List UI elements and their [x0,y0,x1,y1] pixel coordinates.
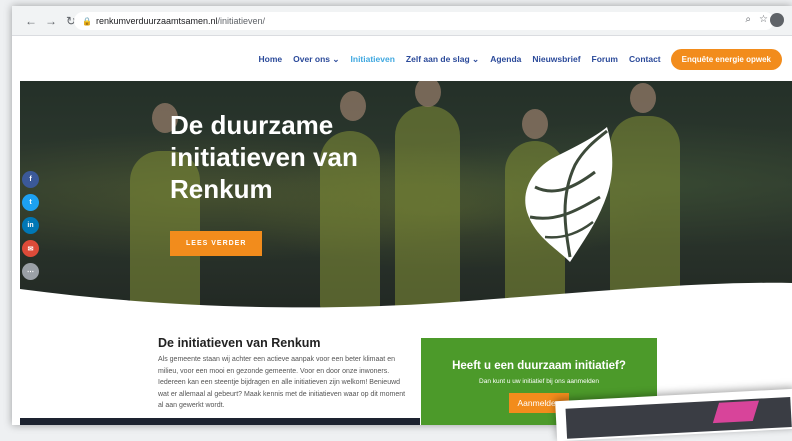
twitter-share-icon[interactable]: t [22,194,39,211]
callout-title: Heeft u een duurzaam initiatief? [452,360,626,372]
menu-item-home[interactable]: Home [259,54,283,64]
survey-button[interactable]: Enquête energie opwek [670,48,782,70]
social-share-bar: f t in ✉ ⋯ [22,171,39,280]
hero-banner: De duurzame initiatieven van Renkum LEES… [20,81,792,311]
bookmark-star-icon[interactable]: ☆ [759,14,768,25]
section-title: De initiatieven van Renkum [158,336,321,350]
overlay-image [565,396,792,439]
profile-avatar-icon[interactable] [770,13,784,27]
url-host: renkumverduurzaamtsamen.nl [95,16,218,26]
overlay-decoration [712,400,760,424]
menu-item-over-ons[interactable]: Over ons ⌄ [293,54,339,65]
read-more-button[interactable]: LEES VERDER [170,231,263,256]
url-path: /initiatieven/ [217,16,266,26]
main-menu: Home Over ons ⌄ Initiatieven Zelf aan de… [259,54,661,65]
menu-item-contact[interactable]: Contact [629,54,661,64]
hero-bottom-curve [20,282,792,311]
browser-toolbar: ← → ↻ 🔒 renkumverduurzaamtsamen.nl /init… [12,6,792,36]
menu-item-forum[interactable]: Forum [592,54,618,64]
address-bar[interactable]: 🔒 renkumverduurzaamtsamen.nl /initiatiev… [74,12,774,30]
more-share-icon[interactable]: ⋯ [22,263,39,280]
menu-item-initiatieven[interactable]: Initiatieven [351,54,395,64]
email-share-icon[interactable]: ✉ [22,240,39,257]
zoom-icon[interactable]: ⌕ [745,14,751,25]
site-header: Home Over ons ⌄ Initiatieven Zelf aan de… [12,37,792,81]
callout-subtitle: Dan kunt u uw initiatief bij ons aanmeld… [479,378,599,385]
next-section-strip [20,418,420,425]
forward-arrow-icon[interactable]: → [42,12,60,30]
linkedin-share-icon[interactable]: in [22,217,39,234]
menu-item-agenda[interactable]: Agenda [490,54,521,64]
back-arrow-icon[interactable]: ← [22,12,40,30]
facebook-share-icon[interactable]: f [22,171,39,188]
lock-icon: 🔒 [82,16,92,26]
menu-item-zelf-aan-de-slag[interactable]: Zelf aan de slag ⌄ [406,54,479,65]
section-text: Als gemeente staan wij achter een actiev… [158,356,406,409]
hero-title: De duurzame initiatieven van Renkum [170,110,358,204]
browser-window: ← → ↻ 🔒 renkumverduurzaamtsamen.nl /init… [12,6,792,425]
leaf-logo-icon [525,127,613,262]
menu-item-nieuwsbrief[interactable]: Nieuwsbrief [532,54,580,64]
